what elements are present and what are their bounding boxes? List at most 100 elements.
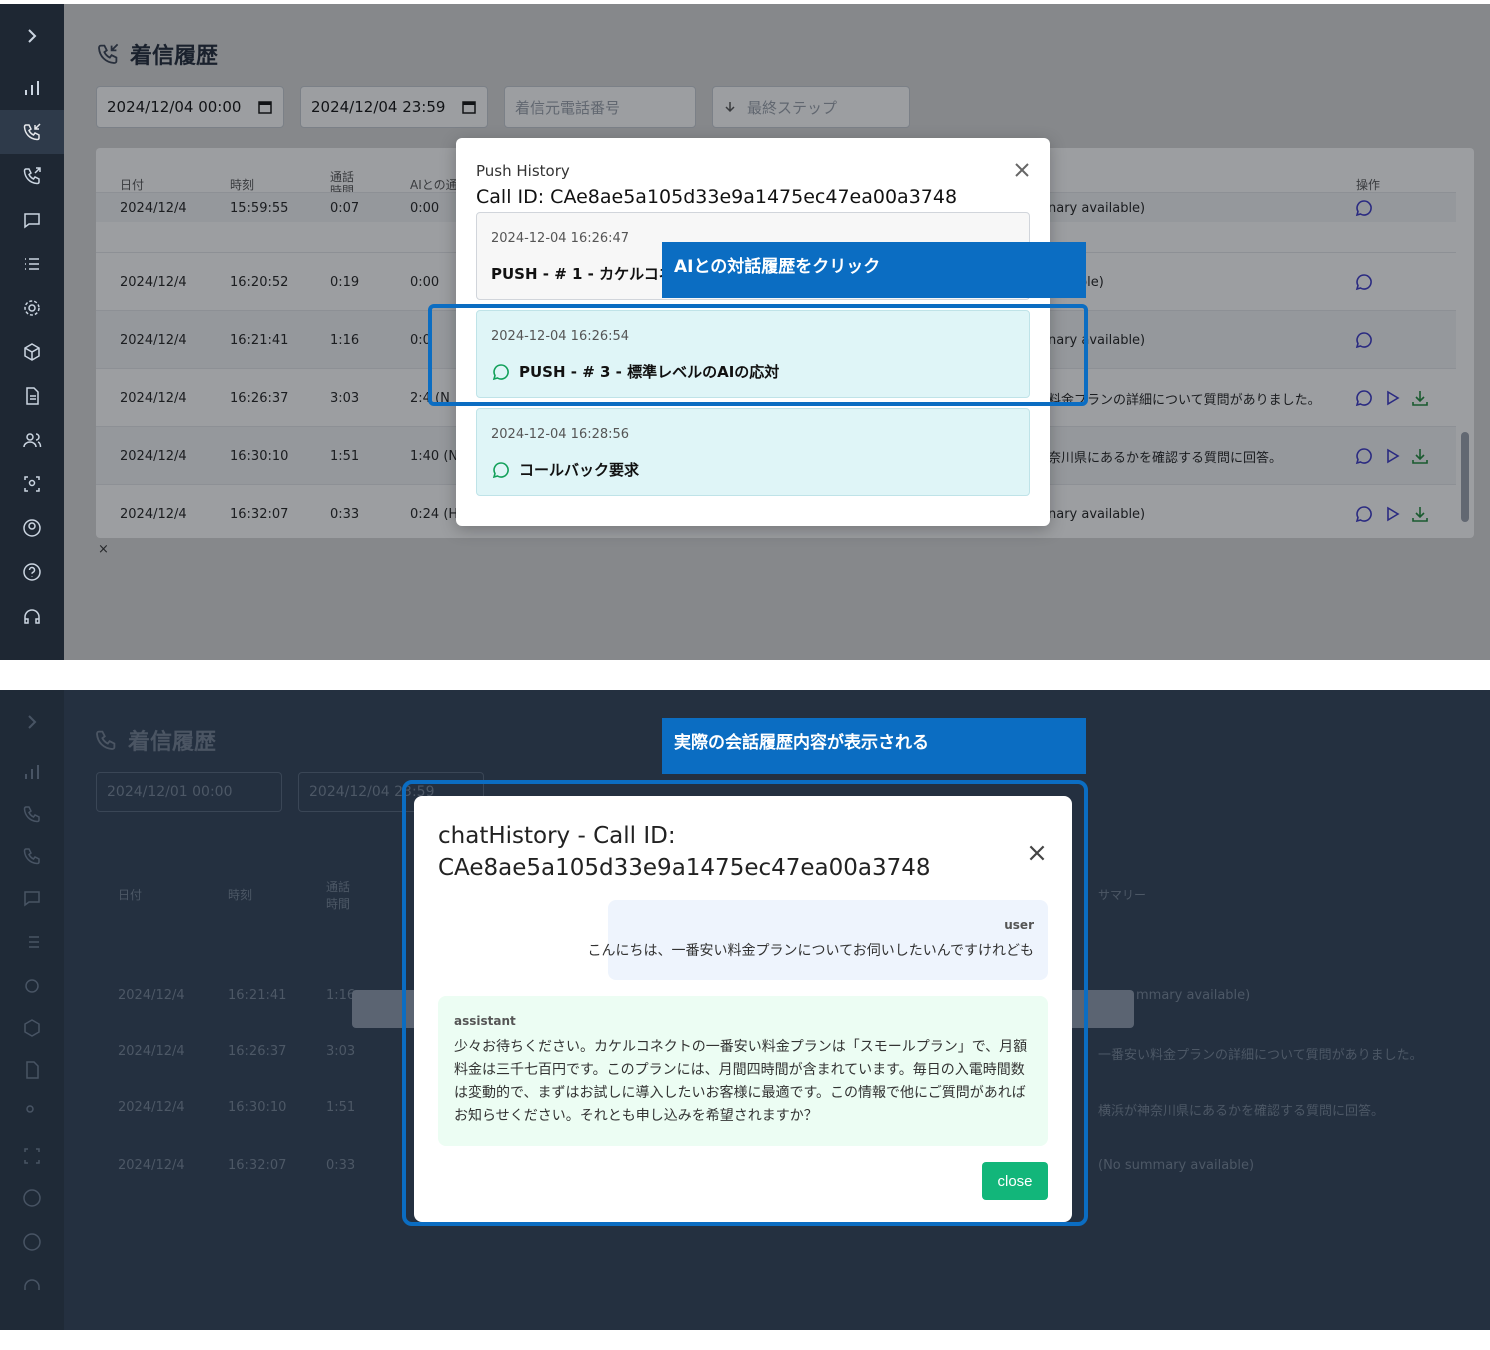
message-square-icon xyxy=(24,891,40,907)
expand-sidebar-button[interactable] xyxy=(0,700,64,744)
cell-time: 16:30:10 xyxy=(228,1100,287,1115)
list-icon xyxy=(25,258,39,270)
sidebar-item-incoming-calls[interactable] xyxy=(0,792,64,836)
sidebar-item-documents[interactable] xyxy=(0,1048,64,1092)
sidebar-item-account[interactable] xyxy=(0,506,64,550)
chat-history-modal: chatHistory - Call ID: CAe8ae5a105d33e9a… xyxy=(414,796,1072,1222)
sidebar-item-packages[interactable] xyxy=(0,330,64,374)
sidebar-item-support[interactable] xyxy=(0,594,64,638)
cell-date: 2024/12/4 xyxy=(118,988,185,1003)
date-from-input[interactable]: 2024/12/01 00:00 xyxy=(96,772,282,812)
sidebar-item-documents[interactable] xyxy=(0,374,64,418)
user-message: user こんにちは、一番安い料金プランについてお伺いしたいんですけれども xyxy=(588,900,1048,980)
sidebar-item-help[interactable] xyxy=(0,1220,64,1264)
annotation-callout: 実際の会話履歴内容が表示される xyxy=(662,718,1086,774)
sidebar-item-list[interactable] xyxy=(0,920,64,964)
expand-sidebar-button[interactable] xyxy=(0,14,64,58)
sidebar-item-users[interactable] xyxy=(0,1090,64,1134)
bar-chart-icon xyxy=(25,765,39,779)
header-date: 日付 xyxy=(118,888,143,902)
cell-time: 16:26:37 xyxy=(228,1044,287,1059)
top-screenshot: 着信履歴 2024/12/04 00:00 2024/12/04 23:59 着… xyxy=(0,4,1490,660)
user-circle-icon xyxy=(23,1189,41,1207)
sidebar-item-dashboard[interactable] xyxy=(0,750,64,794)
sidebar-item-settings[interactable] xyxy=(0,964,64,1008)
sidebar-item-settings[interactable] xyxy=(0,286,64,330)
sidebar-item-messages[interactable] xyxy=(0,876,64,920)
chevron-right-icon xyxy=(28,29,37,43)
cell-date: 2024/12/4 xyxy=(118,1044,185,1059)
cell-time: 16:32:07 xyxy=(228,1158,287,1173)
push-item-date: 2024-12-04 16:28:56 xyxy=(491,427,630,442)
header-time: 時刻 xyxy=(228,888,253,902)
annotation-callout: AIとの対話履歴をクリック xyxy=(662,242,1086,298)
modal-title: Call ID: CAe8ae5a105d33e9a1475ec47ea00a3… xyxy=(476,186,958,208)
sidebar xyxy=(0,690,64,1330)
box-icon xyxy=(24,343,40,361)
message-role: assistant xyxy=(454,1014,516,1028)
gear-icon xyxy=(25,979,39,993)
help-circle-icon xyxy=(23,1233,41,1251)
header-summary: サマリー xyxy=(1098,888,1147,902)
sidebar-item-scan[interactable] xyxy=(0,462,64,506)
message-square-icon xyxy=(24,213,40,229)
push-item-label: コールバック要求 xyxy=(491,459,639,480)
page-title: 着信履歴 xyxy=(94,724,216,756)
sidebar-item-packages[interactable] xyxy=(0,1006,64,1050)
sidebar-item-list[interactable] xyxy=(0,242,64,286)
modal-subtitle: Push History xyxy=(476,162,570,180)
page-title-text: 着信履歴 xyxy=(128,730,217,755)
sidebar-item-incoming-calls[interactable] xyxy=(0,110,64,154)
sidebar-item-account[interactable] xyxy=(0,1176,64,1220)
header-duration: 通話 時間 xyxy=(326,880,351,911)
file-text-icon xyxy=(26,1061,39,1079)
message-text: こんにちは、一番安い料金プランについてお伺いしたいんですけれども xyxy=(587,943,1034,959)
sidebar-item-outgoing-calls[interactable] xyxy=(0,154,64,198)
date-from-value: 2024/12/01 00:00 xyxy=(107,784,233,800)
bar-chart-icon xyxy=(25,81,39,95)
cell-date: 2024/12/4 xyxy=(118,1100,185,1115)
push-item-date: 2024-12-04 16:26:47 xyxy=(491,231,630,246)
sidebar-item-help[interactable] xyxy=(0,550,64,594)
cell-duration: 1:16 xyxy=(326,988,356,1003)
cell-duration: 3:03 xyxy=(326,1044,356,1059)
message-role: user xyxy=(1004,918,1034,932)
users-icon xyxy=(23,433,42,448)
list-icon xyxy=(29,936,39,948)
chevron-right-icon xyxy=(28,715,37,729)
cell-time: 16:21:41 xyxy=(228,988,287,1003)
cell-summary: mmary available) xyxy=(1136,988,1251,1003)
push-item[interactable]: 2024-12-04 16:28:56 コールバック要求 xyxy=(476,408,1030,496)
sidebar-item-outgoing-calls[interactable] xyxy=(0,834,64,878)
modal-title: chatHistory - Call ID: CAe8ae5a105d33e9a… xyxy=(438,820,998,884)
users-icon xyxy=(26,1105,34,1113)
sidebar-item-messages[interactable] xyxy=(0,198,64,242)
headphones-icon xyxy=(24,1279,40,1290)
highlight-box xyxy=(428,304,1088,406)
close-icon[interactable] xyxy=(1026,842,1048,864)
sidebar-item-support[interactable] xyxy=(0,1264,64,1308)
cell-summary: 横浜が神奈川県にあるかを確認する質問に回答。 xyxy=(1098,1104,1385,1119)
assistant-message: assistant 少々お待ちください。カケルコネクトの一番安い料金プランは「ス… xyxy=(438,996,1048,1146)
sidebar-item-users[interactable] xyxy=(0,418,64,462)
phone-outgoing-icon xyxy=(23,848,40,865)
modal-title-line1: chatHistory - Call ID: xyxy=(438,823,676,849)
chat-bubble-icon[interactable] xyxy=(491,460,511,480)
sidebar-item-dashboard[interactable] xyxy=(0,66,64,110)
phone-incoming-icon xyxy=(23,123,41,141)
scan-face-icon xyxy=(24,1148,40,1164)
phone-incoming-icon xyxy=(96,730,116,750)
close-button[interactable]: close xyxy=(982,1162,1048,1200)
file-text-icon xyxy=(26,387,39,405)
sidebar-item-scan[interactable] xyxy=(0,1134,64,1178)
cell-duration: 1:51 xyxy=(326,1100,356,1115)
modal-title-line2: CAe8ae5a105d33e9a1475ec47ea00a3748 xyxy=(438,855,931,881)
help-circle-icon xyxy=(23,563,41,581)
phone-outgoing-icon xyxy=(23,167,41,185)
phone-incoming-icon xyxy=(23,806,40,823)
gear-icon xyxy=(24,300,40,316)
bottom-screenshot: 着信履歴 2024/12/01 00:00 2024/12/04 23:59 日… xyxy=(0,690,1490,1330)
box-icon xyxy=(24,1019,40,1037)
message-text: 少々お待ちください。カケルコネクトの一番安い料金プランは「スモールプラン」で、月… xyxy=(454,1039,1028,1124)
close-icon[interactable] xyxy=(1012,160,1032,180)
